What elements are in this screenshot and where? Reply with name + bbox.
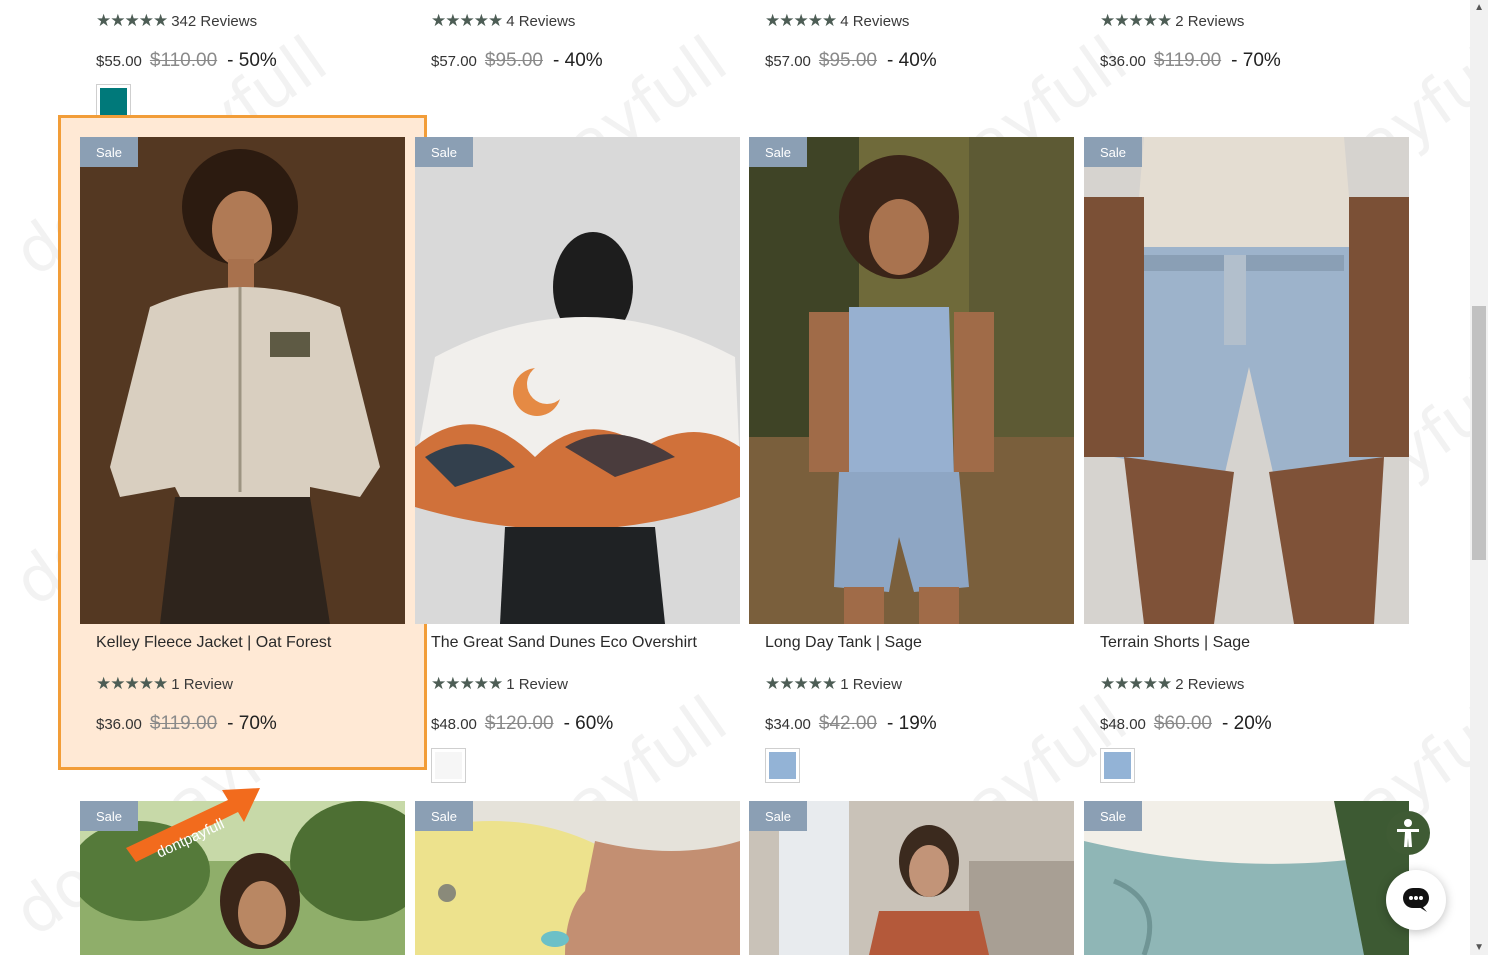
product-image[interactable]: Sale [415,801,740,955]
rating[interactable]: ★★★★★ 1 Review [765,674,902,694]
discount-percent: - 40% [553,50,603,71]
rating[interactable]: ★★★★★ 2 Reviews [1100,674,1244,694]
discount-percent: - 19% [887,713,937,734]
product-image[interactable]: Sale [749,137,1074,624]
compare-price: $95.00 [484,50,544,71]
sale-price: $57.00 [765,53,811,70]
sale-badge: Sale [749,801,807,831]
review-count: 1 Review [171,675,233,693]
price-row: $48.00 $60.00 - 20% [1100,713,1272,735]
product-image[interactable]: Sale [415,137,740,624]
chat-button[interactable] [1386,870,1446,930]
product-image[interactable]: Sale [749,801,1074,955]
discount-percent: - 70% [1231,50,1281,71]
price-row: $36.00 $119.00 - 70% [96,713,277,735]
star-rating-icon: ★★★★★ [765,674,837,693]
accessibility-icon [1397,819,1419,847]
color-swatch[interactable] [1100,748,1135,783]
review-count: 2 Reviews [1175,675,1245,693]
color-swatch[interactable] [431,748,466,783]
price-row: $57.00 $95.00 - 40% [431,50,603,72]
sale-price: $36.00 [96,716,142,733]
star-rating-icon: ★★★★★ [96,674,168,693]
shorts-photo [1084,137,1409,624]
chat-icon [1403,888,1429,912]
price-row: $57.00 $95.00 - 40% [765,50,937,72]
compare-price: $110.00 [149,50,218,71]
sale-badge: Sale [415,137,473,167]
review-count: 4 Reviews [840,12,910,30]
review-count: 4 Reviews [506,12,576,30]
sale-price: $36.00 [1100,53,1146,70]
sale-price: $48.00 [1100,716,1146,733]
price-row: $48.00 $120.00 - 60% [431,713,613,735]
review-count: 342 Reviews [171,12,258,30]
sale-price: $55.00 [96,53,142,70]
sale-badge: Sale [415,801,473,831]
price-row: $55.00 $110.00 - 50% [96,50,277,72]
star-rating-icon: ★★★★★ [765,11,837,30]
sale-badge: Sale [749,137,807,167]
price-row: $36.00 $119.00 - 70% [1100,50,1281,72]
product-image[interactable]: Sale [80,137,405,624]
review-count: 1 Review [506,675,568,693]
compare-price: $60.00 [1153,713,1213,734]
rating[interactable]: ★★★★★ 342 Reviews [96,11,257,31]
rating[interactable]: ★★★★★ 2 Reviews [1100,11,1244,31]
rating[interactable]: ★★★★★ 4 Reviews [765,11,909,31]
rating[interactable]: ★★★★★ 4 Reviews [431,11,575,31]
discount-percent: - 20% [1222,713,1272,734]
review-count: 1 Review [840,675,902,693]
star-rating-icon: ★★★★★ [1100,674,1172,693]
scroll-down-icon[interactable]: ▼ [1474,942,1484,953]
star-rating-icon: ★★★★★ [431,674,503,693]
sale-badge: Sale [80,137,138,167]
rating[interactable]: ★★★★★ 1 Review [431,674,568,694]
fleece-jacket-photo [80,137,405,624]
star-rating-icon: ★★★★★ [1100,11,1172,30]
product-title[interactable]: Long Day Tank | Sage [765,634,922,652]
discount-percent: - 70% [227,713,277,734]
sale-price: $48.00 [431,716,477,733]
color-swatch[interactable] [96,84,131,119]
compare-price: $42.00 [818,713,878,734]
sale-badge: Sale [1084,801,1142,831]
tank-photo [749,137,1074,624]
product-title[interactable]: The Great Sand Dunes Eco Overshirt [431,634,697,652]
discount-percent: - 60% [563,713,614,734]
scroll-thumb[interactable] [1472,306,1486,560]
dontpayfull-arrow-banner: dontpayfull [118,786,263,876]
sale-badge: Sale [80,801,138,831]
product-title[interactable]: Terrain Shorts | Sage [1100,634,1250,652]
rating[interactable]: ★★★★★ 1 Review [96,674,233,694]
product-title[interactable]: Kelley Fleece Jacket | Oat Forest [96,634,331,652]
discount-percent: - 50% [227,50,277,71]
compare-price: $119.00 [1153,50,1222,71]
product-image[interactable]: Sale [1084,137,1409,624]
review-count: 2 Reviews [1175,12,1245,30]
compare-price: $119.00 [149,713,218,734]
sale-price: $34.00 [765,716,811,733]
scroll-up-icon[interactable]: ▲ [1474,2,1484,13]
sale-badge: Sale [1084,137,1142,167]
sale-price: $57.00 [431,53,477,70]
discount-percent: - 40% [887,50,937,71]
accessibility-button[interactable] [1386,811,1430,855]
product-image[interactable]: Sale [1084,801,1409,955]
page-scrollbar[interactable]: ▲ ▼ [1470,0,1488,955]
star-rating-icon: ★★★★★ [431,11,503,30]
compare-price: $95.00 [818,50,878,71]
color-swatch[interactable] [765,748,800,783]
overshirt-photo [415,137,740,624]
compare-price: $120.00 [484,713,554,734]
star-rating-icon: ★★★★★ [96,11,168,30]
price-row: $34.00 $42.00 - 19% [765,713,937,735]
